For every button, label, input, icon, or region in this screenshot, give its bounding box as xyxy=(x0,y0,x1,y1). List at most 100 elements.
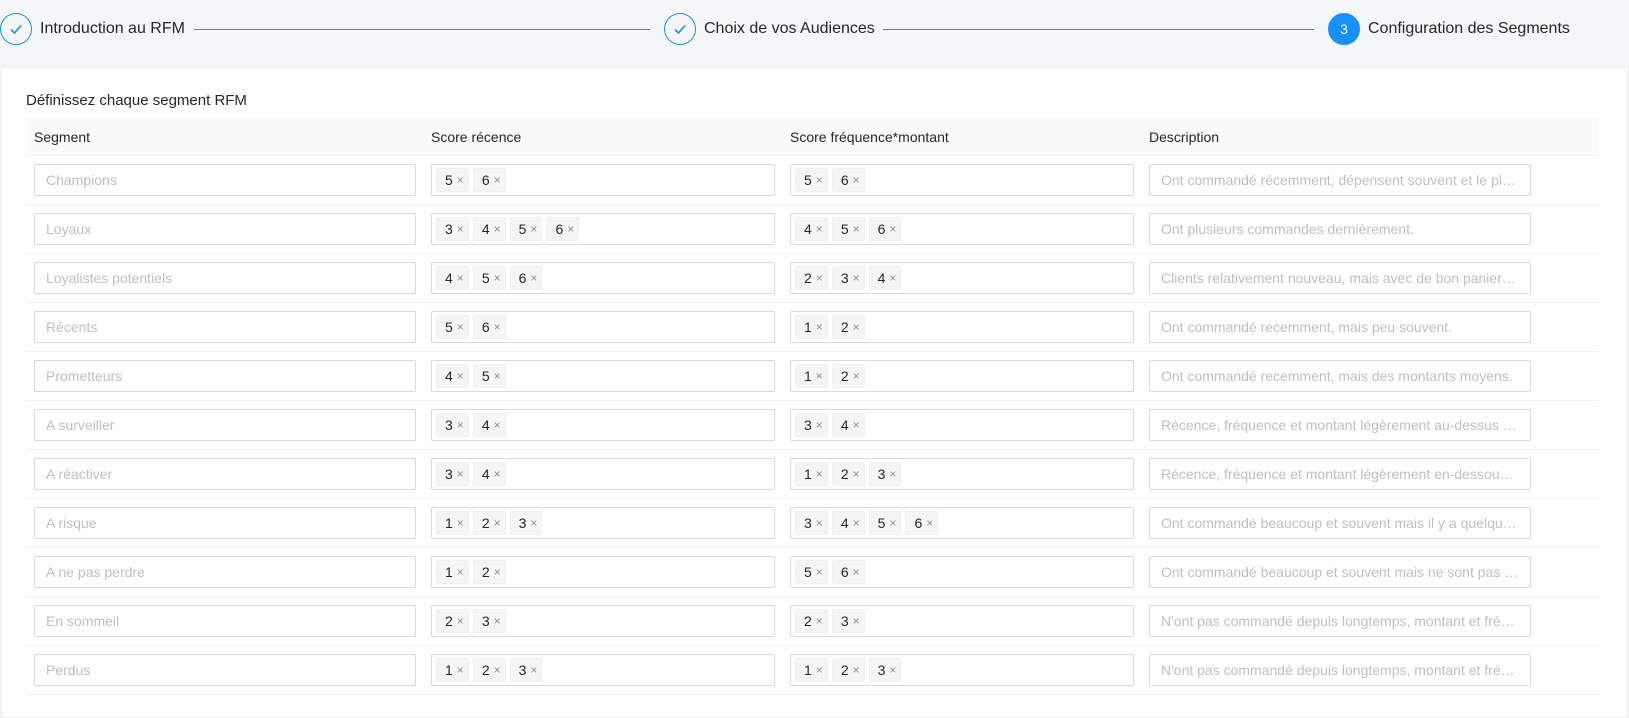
segment-name-input[interactable]: Perdus xyxy=(34,654,416,686)
close-icon[interactable]: × xyxy=(457,663,464,677)
score-recence-select[interactable]: 1 × 2 × 3 × xyxy=(431,654,775,686)
score-recence-select[interactable]: 4 × 5 × xyxy=(431,360,775,392)
close-icon[interactable]: × xyxy=(457,467,464,481)
close-icon[interactable]: × xyxy=(457,418,464,432)
score-recence-select[interactable]: 3 × 4 × 5 × 6 × xyxy=(431,213,775,245)
score-recence-select[interactable]: 5 × 6 × xyxy=(431,164,775,196)
close-icon[interactable]: × xyxy=(494,565,501,579)
score-recence-select[interactable]: 1 × 2 × 3 × xyxy=(431,507,775,539)
score-recence-select[interactable]: 5 × 6 × xyxy=(431,311,775,343)
close-icon[interactable]: × xyxy=(853,663,860,677)
close-icon[interactable]: × xyxy=(889,467,896,481)
close-icon[interactable]: × xyxy=(457,222,464,236)
close-icon[interactable]: × xyxy=(457,369,464,383)
segment-name-input[interactable]: Récents xyxy=(34,311,416,343)
description-input[interactable]: Ont commandé beaucoup et souvent mais il… xyxy=(1149,507,1531,539)
close-icon[interactable]: × xyxy=(853,320,860,334)
score-recence-select[interactable]: 3 × 4 × xyxy=(431,458,775,490)
description-input[interactable]: Récence, fréquence et montant légèrement… xyxy=(1149,409,1531,441)
score-frequence-select[interactable]: 3 × 4 × 5 × 6 × xyxy=(790,507,1134,539)
close-icon[interactable]: × xyxy=(853,173,860,187)
close-icon[interactable]: × xyxy=(457,271,464,285)
close-icon[interactable]: × xyxy=(816,173,823,187)
close-icon[interactable]: × xyxy=(816,271,823,285)
close-icon[interactable]: × xyxy=(816,614,823,628)
close-icon[interactable]: × xyxy=(889,516,896,530)
step-introduction[interactable]: Introduction au RFM xyxy=(0,13,185,45)
segment-name-input[interactable]: Loyaux xyxy=(34,213,416,245)
close-icon[interactable]: × xyxy=(853,614,860,628)
close-icon[interactable]: × xyxy=(853,271,860,285)
close-icon[interactable]: × xyxy=(494,271,501,285)
segment-name-input[interactable]: Prometteurs xyxy=(34,360,416,392)
score-frequence-select[interactable]: 4 × 5 × 6 × xyxy=(790,213,1134,245)
score-frequence-select[interactable]: 1 × 2 × 3 × xyxy=(790,654,1134,686)
close-icon[interactable]: × xyxy=(457,173,464,187)
description-input[interactable]: N'ont pas commandé depuis longtemps, mon… xyxy=(1149,605,1531,637)
close-icon[interactable]: × xyxy=(853,418,860,432)
score-frequence-select[interactable]: 1 × 2 × xyxy=(790,311,1134,343)
score-frequence-select[interactable]: 2 × 3 × 4 × xyxy=(790,262,1134,294)
close-icon[interactable]: × xyxy=(816,565,823,579)
score-frequence-select[interactable]: 2 × 3 × xyxy=(790,605,1134,637)
close-icon[interactable]: × xyxy=(457,516,464,530)
close-icon[interactable]: × xyxy=(889,663,896,677)
close-icon[interactable]: × xyxy=(457,614,464,628)
score-recence-select[interactable]: 4 × 5 × 6 × xyxy=(431,262,775,294)
close-icon[interactable]: × xyxy=(494,418,501,432)
step-segments[interactable]: 3 Configuration des Segments xyxy=(1328,13,1570,45)
segment-name-input[interactable]: Loyalistes potentiels xyxy=(34,262,416,294)
description-input[interactable]: Ont commandé beaucoup et souvent mais ne… xyxy=(1149,556,1531,588)
description-input[interactable]: Ont commandé recemment, mais des montant… xyxy=(1149,360,1531,392)
description-input[interactable]: Récence, fréquence et montant légèrement… xyxy=(1149,458,1531,490)
segment-name-input[interactable]: Champions xyxy=(34,164,416,196)
close-icon[interactable]: × xyxy=(816,663,823,677)
score-frequence-select[interactable]: 3 × 4 × xyxy=(790,409,1134,441)
step-audiences[interactable]: Choix de vos Audiences xyxy=(664,13,875,45)
close-icon[interactable]: × xyxy=(816,222,823,236)
score-recence-select[interactable]: 2 × 3 × xyxy=(431,605,775,637)
close-icon[interactable]: × xyxy=(853,565,860,579)
description-input[interactable]: Ont plusieurs commandes dernièrement. xyxy=(1149,213,1531,245)
description-input[interactable]: Ont commandé recemment, mais peu souvent… xyxy=(1149,311,1531,343)
close-icon[interactable]: × xyxy=(816,516,823,530)
segment-name-input[interactable]: A ne pas perdre xyxy=(34,556,416,588)
score-frequence-select[interactable]: 5 × 6 × xyxy=(790,164,1134,196)
close-icon[interactable]: × xyxy=(853,369,860,383)
score-frequence-select[interactable]: 1 × 2 × xyxy=(790,360,1134,392)
description-input[interactable]: Ont commandé récemment, dépensent souven… xyxy=(1149,164,1531,196)
description-input[interactable]: N'ont pas commandé depuis longtemps, mon… xyxy=(1149,654,1531,686)
segment-name-input[interactable]: A risque xyxy=(34,507,416,539)
close-icon[interactable]: × xyxy=(889,222,896,236)
close-icon[interactable]: × xyxy=(816,467,823,481)
close-icon[interactable]: × xyxy=(494,222,501,236)
close-icon[interactable]: × xyxy=(853,467,860,481)
score-frequence-select[interactable]: 5 × 6 × xyxy=(790,556,1134,588)
close-icon[interactable]: × xyxy=(494,173,501,187)
segment-name-input[interactable]: A surveiller xyxy=(34,409,416,441)
close-icon[interactable]: × xyxy=(457,565,464,579)
close-icon[interactable]: × xyxy=(816,369,823,383)
close-icon[interactable]: × xyxy=(816,320,823,334)
score-recence-select[interactable]: 3 × 4 × xyxy=(431,409,775,441)
close-icon[interactable]: × xyxy=(530,663,537,677)
score-recence-select[interactable]: 1 × 2 × xyxy=(431,556,775,588)
close-icon[interactable]: × xyxy=(494,614,501,628)
close-icon[interactable]: × xyxy=(926,516,933,530)
close-icon[interactable]: × xyxy=(567,222,574,236)
close-icon[interactable]: × xyxy=(530,222,537,236)
score-frequence-select[interactable]: 1 × 2 × 3 × xyxy=(790,458,1134,490)
segment-name-input[interactable]: En sommeil xyxy=(34,605,416,637)
close-icon[interactable]: × xyxy=(494,663,501,677)
close-icon[interactable]: × xyxy=(853,222,860,236)
description-input[interactable]: Clients relativement nouveau, mais avec … xyxy=(1149,262,1531,294)
close-icon[interactable]: × xyxy=(853,516,860,530)
close-icon[interactable]: × xyxy=(530,516,537,530)
close-icon[interactable]: × xyxy=(494,320,501,334)
close-icon[interactable]: × xyxy=(457,320,464,334)
close-icon[interactable]: × xyxy=(494,516,501,530)
close-icon[interactable]: × xyxy=(530,271,537,285)
close-icon[interactable]: × xyxy=(494,467,501,481)
segment-name-input[interactable]: A réactiver xyxy=(34,458,416,490)
close-icon[interactable]: × xyxy=(816,418,823,432)
